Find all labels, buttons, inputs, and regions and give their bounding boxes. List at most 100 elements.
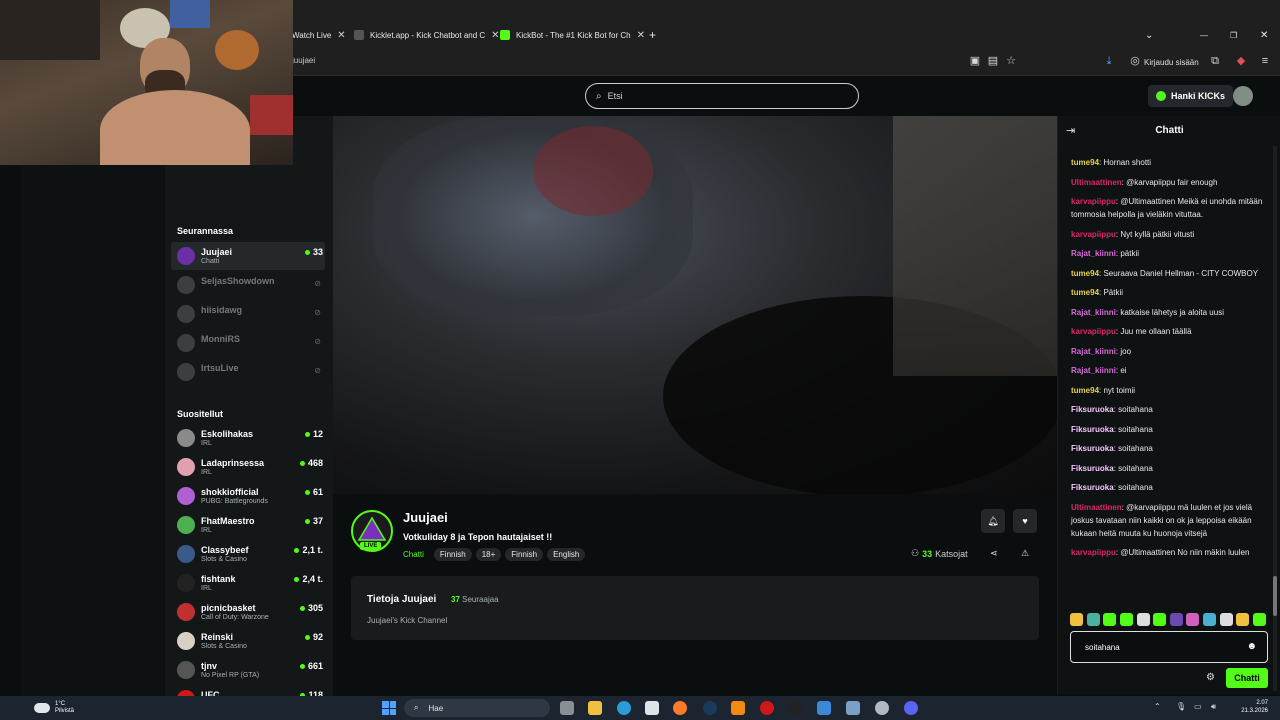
windows-start-icon[interactable] bbox=[382, 701, 396, 715]
chat-username[interactable]: Ultimaattinen bbox=[1071, 503, 1122, 512]
chat-username[interactable]: karvapiippu bbox=[1071, 327, 1116, 336]
network-icon[interactable]: ▭ bbox=[1194, 702, 1202, 711]
recommended-channel-1[interactable]: Ladaprinsessa IRL 468 bbox=[171, 453, 325, 481]
emote-icon[interactable] bbox=[1070, 613, 1083, 626]
recommended-channel-2[interactable]: shokkiofficial PUBG: Battlegrounds 61 bbox=[171, 482, 325, 510]
video-player[interactable] bbox=[333, 116, 1057, 494]
bookmark-star-icon[interactable]: ☆ bbox=[1004, 54, 1018, 68]
emote-icon[interactable] bbox=[1219, 613, 1233, 626]
recommended-channel-7[interactable]: Reinski Slots & Casino 92 bbox=[171, 627, 325, 655]
search-input[interactable]: ⌕ Etsi bbox=[585, 83, 859, 109]
emote-icon[interactable] bbox=[1153, 613, 1167, 626]
discord-icon[interactable] bbox=[904, 701, 918, 715]
task-view-icon[interactable] bbox=[560, 701, 574, 715]
tag[interactable]: English bbox=[547, 548, 586, 561]
emote-icon[interactable] bbox=[1103, 613, 1117, 626]
sidebar-channel-1[interactable]: SeljasShowdown ⊘ bbox=[171, 271, 325, 299]
microphone-icon[interactable]: 🎙︎ bbox=[1176, 702, 1186, 711]
chat-username[interactable]: Rajat_kiinni bbox=[1071, 308, 1116, 317]
minimize-icon[interactable]: — bbox=[1200, 26, 1208, 44]
close-icon[interactable]: ✕ bbox=[637, 30, 645, 41]
emote-icon[interactable] bbox=[1236, 613, 1250, 626]
share-icon[interactable]: ⋖ bbox=[990, 548, 998, 559]
close-icon[interactable]: ✕ bbox=[337, 30, 345, 41]
sidebar-channel-4[interactable]: IrtsuLive ⊘ bbox=[171, 358, 325, 386]
chat-username[interactable]: Fiksuruoka bbox=[1071, 425, 1114, 434]
chat-input[interactable]: ☻ bbox=[1070, 631, 1268, 663]
tab-kickbot[interactable]: KickBot - The #1 Kick Bot for Ch ✕ bbox=[500, 26, 645, 44]
file-explorer-icon[interactable] bbox=[588, 701, 602, 715]
url-field[interactable]: juujaei bbox=[292, 56, 315, 65]
chat-username[interactable]: karvapiippu bbox=[1071, 548, 1116, 557]
menu-icon[interactable]: ≡ bbox=[1258, 54, 1272, 68]
tab-watch-live[interactable]: Watch Live ✕ bbox=[292, 26, 346, 44]
cloud-icon[interactable] bbox=[34, 703, 50, 713]
chat-settings-gear-icon[interactable]: ⚙ bbox=[1206, 672, 1215, 683]
paint-icon[interactable] bbox=[817, 701, 831, 715]
collapse-chat-icon[interactable]: ⇥ bbox=[1066, 124, 1075, 137]
tab-list-chevron-icon[interactable]: ⌄ bbox=[1145, 26, 1153, 44]
report-icon[interactable]: ⚠ bbox=[1021, 548, 1029, 559]
signin-button[interactable]: Kirjaudu sisään bbox=[1144, 58, 1199, 67]
vlc-icon[interactable] bbox=[731, 701, 745, 715]
channel-name[interactable]: Juujaei bbox=[403, 510, 448, 525]
emote-icon[interactable] bbox=[1203, 613, 1216, 626]
taskbar-search-input[interactable]: ⌕ Hae bbox=[404, 699, 550, 717]
close-icon[interactable]: ✕ bbox=[491, 30, 499, 41]
emoji-picker-icon[interactable]: ☻ bbox=[1246, 641, 1257, 652]
terminal-icon[interactable] bbox=[788, 701, 802, 715]
edge-icon[interactable] bbox=[617, 701, 631, 715]
recommended-channel-4[interactable]: Classybeef Slots & Casino 2,1 t. bbox=[171, 540, 325, 568]
chat-username[interactable]: Rajat_kiinni bbox=[1071, 347, 1116, 356]
addon-icon[interactable]: ◆ bbox=[1234, 54, 1248, 68]
emote-icon[interactable] bbox=[1186, 613, 1200, 626]
account-icon[interactable]: ◎ bbox=[1128, 54, 1142, 68]
emote-icon[interactable] bbox=[1136, 613, 1150, 626]
category-link[interactable]: Chatti bbox=[403, 548, 430, 561]
chat-username[interactable]: tume94 bbox=[1071, 288, 1099, 297]
chat-username[interactable]: karvapiippu bbox=[1071, 230, 1116, 239]
chat-username[interactable]: Ultimaattinen bbox=[1071, 178, 1122, 187]
tab-kicklet[interactable]: Kicklet.app - Kick Chatbot and C ✕ bbox=[354, 26, 500, 44]
chat-username[interactable]: Rajat_kiinni bbox=[1071, 366, 1116, 375]
download-icon[interactable]: ⤓ bbox=[1102, 54, 1116, 68]
chat-username[interactable]: Rajat_kiinni bbox=[1071, 249, 1116, 258]
emote-icon[interactable] bbox=[1119, 613, 1133, 626]
chat-username[interactable]: karvapiippu bbox=[1071, 197, 1116, 206]
user-avatar[interactable] bbox=[1233, 86, 1253, 106]
window-close-icon[interactable]: ✕ bbox=[1260, 26, 1268, 44]
chat-scrollbar[interactable] bbox=[1273, 146, 1277, 691]
maximize-icon[interactable]: ❐ bbox=[1230, 26, 1237, 44]
tag[interactable]: Finnish bbox=[433, 548, 472, 561]
screenshot-icon[interactable]: ▣ bbox=[968, 54, 982, 68]
chat-username[interactable]: tume94 bbox=[1071, 269, 1099, 278]
opera-icon[interactable] bbox=[760, 701, 774, 715]
chat-username[interactable]: Fiksuruoka bbox=[1071, 464, 1114, 473]
chat-username[interactable]: Fiksuruoka bbox=[1071, 444, 1114, 453]
recommended-channel-6[interactable]: picnicbasket Call of Duty: Warzone 305 bbox=[171, 598, 325, 626]
chat-username[interactable]: tume94 bbox=[1071, 386, 1099, 395]
emote-icon[interactable] bbox=[1169, 613, 1183, 626]
sidebar-channel-0[interactable]: Juujaei Chatti 33 bbox=[171, 242, 325, 270]
steam-icon[interactable] bbox=[703, 701, 717, 715]
chat-username[interactable]: tume94 bbox=[1071, 158, 1099, 167]
chat-username[interactable]: Fiksuruoka bbox=[1071, 405, 1114, 414]
firefox-icon[interactable] bbox=[673, 701, 687, 715]
volume-icon[interactable]: 🔊︎ bbox=[1211, 702, 1216, 712]
extensions-icon[interactable]: ⧉ bbox=[1208, 54, 1222, 68]
weather-widget[interactable]: 1°C Pilvistä bbox=[55, 701, 74, 715]
notification-bell-button[interactable]: 🔔︎ bbox=[981, 509, 1005, 533]
chat-username[interactable]: Fiksuruoka bbox=[1071, 483, 1114, 492]
store-icon[interactable] bbox=[645, 701, 659, 715]
photos-icon[interactable] bbox=[846, 701, 860, 715]
sidebar-channel-3[interactable]: MonniRS ⊘ bbox=[171, 329, 325, 357]
new-tab-button[interactable]: + bbox=[649, 26, 656, 44]
taskbar-clock[interactable]: 2.07 21.3.2026 bbox=[1228, 699, 1268, 715]
follow-button[interactable]: ♥ bbox=[1013, 509, 1037, 533]
chat-input-field[interactable] bbox=[1085, 643, 1235, 652]
emote-icon[interactable] bbox=[1252, 613, 1266, 626]
chat-scrollbar-thumb[interactable] bbox=[1273, 576, 1277, 616]
sidebar-channel-2[interactable]: hiisidawg ⊘ bbox=[171, 300, 325, 328]
get-kicks-button[interactable]: Hanki KICKs bbox=[1148, 85, 1234, 107]
emote-icon[interactable] bbox=[1086, 613, 1100, 626]
